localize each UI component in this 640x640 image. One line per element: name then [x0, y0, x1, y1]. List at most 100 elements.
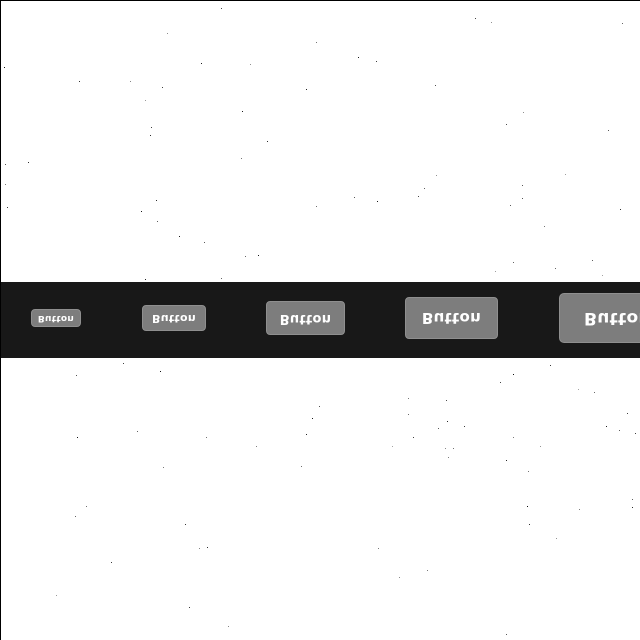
noise-dot	[506, 460, 507, 461]
noise-dot	[522, 198, 523, 199]
noise-dot	[75, 516, 76, 517]
noise-dot	[438, 428, 439, 429]
noise-dot	[579, 509, 580, 510]
noise-dot	[513, 437, 514, 438]
noise-dot	[5, 184, 6, 185]
noise-dot	[199, 548, 200, 549]
noise-dot	[413, 437, 414, 438]
button-medium[interactable]: Button	[266, 301, 345, 335]
noise-dot	[510, 205, 511, 206]
noise-dot	[565, 174, 566, 175]
noise-dot	[306, 89, 307, 90]
noise-dot	[77, 437, 78, 438]
button-large[interactable]: Button	[405, 297, 498, 339]
noise-dot	[221, 278, 222, 279]
noise-dot	[86, 506, 87, 507]
noise-dot	[527, 506, 528, 507]
noise-dot	[592, 260, 593, 261]
noise-dot	[179, 236, 180, 237]
noise-dot	[513, 262, 514, 263]
button-small[interactable]: Button	[142, 305, 206, 331]
noise-dot	[250, 64, 251, 65]
button-toolbar: Button Button Button Button Button	[0, 282, 640, 358]
noise-dot	[506, 634, 507, 635]
noise-dot	[358, 57, 359, 58]
noise-dot	[424, 188, 425, 189]
noise-dot	[435, 85, 436, 86]
noise-dot	[513, 374, 514, 375]
button-label: Button	[152, 311, 196, 325]
noise-dot	[632, 507, 633, 508]
noise-dot	[506, 124, 507, 125]
noise-dot	[544, 226, 545, 227]
button-extra-small[interactable]: Button	[31, 309, 81, 327]
noise-dot	[475, 18, 476, 19]
noise-dot	[5, 164, 6, 165]
noise-dot	[76, 375, 77, 376]
noise-dot	[528, 471, 529, 472]
noise-dot	[550, 365, 551, 366]
noise-dot	[207, 547, 208, 548]
noise-dot	[408, 398, 409, 399]
noise-dot	[555, 268, 556, 269]
noise-dot	[635, 433, 636, 434]
noise-dot	[540, 446, 541, 447]
noise-dot	[185, 524, 186, 525]
noise-dot	[500, 382, 501, 383]
noise-dot	[399, 577, 400, 578]
noise-dot	[267, 141, 268, 142]
noise-dot	[7, 207, 8, 208]
noise-dot	[221, 8, 222, 9]
noise-dot	[436, 175, 437, 176]
noise-dot	[162, 87, 163, 88]
noise-dot	[312, 418, 313, 419]
noise-dot	[523, 112, 524, 113]
noise-dot	[306, 434, 307, 435]
noise-dot	[529, 524, 530, 525]
noise-dot	[556, 538, 557, 539]
button-label: Button	[279, 310, 332, 326]
noise-dot	[56, 595, 57, 596]
noise-dot	[620, 209, 621, 210]
noise-dot	[464, 426, 465, 427]
noise-dot	[316, 42, 317, 43]
noise-dot	[111, 562, 112, 563]
noise-dot	[150, 135, 151, 136]
noise-dot	[495, 271, 496, 272]
noise-dot	[606, 426, 607, 427]
noise-dot	[378, 548, 379, 549]
noise-dot	[632, 499, 633, 500]
noise-dot	[141, 211, 142, 212]
noise-dot	[491, 22, 492, 23]
noise-dot	[258, 255, 259, 256]
noise-dot	[578, 389, 579, 390]
noise-dot	[151, 127, 152, 128]
noise-dot	[245, 256, 246, 257]
noise-dot	[376, 61, 377, 62]
button-extra-large[interactable]: Button	[559, 293, 640, 343]
noise-dot	[167, 33, 168, 34]
noise-dot	[354, 197, 355, 198]
noise-dot	[301, 466, 302, 467]
noise-dot	[447, 421, 448, 422]
noise-dot	[316, 206, 317, 207]
noise-dot	[427, 570, 428, 571]
noise-dot	[189, 607, 190, 608]
noise-dot	[157, 221, 158, 222]
noise-dot	[145, 100, 146, 101]
noise-dot	[445, 448, 446, 449]
noise-dot	[522, 185, 523, 186]
noise-dot	[619, 430, 620, 431]
button-label: Button	[421, 309, 482, 327]
noise-dot	[137, 431, 138, 432]
button-label: Button	[37, 313, 75, 323]
noise-dot	[319, 406, 320, 407]
noise-dot	[206, 437, 207, 438]
noise-dot	[256, 446, 257, 447]
noise-dot	[377, 201, 378, 202]
noise-dot	[4, 67, 5, 68]
noise-dot	[241, 158, 242, 159]
noise-dot	[163, 467, 164, 468]
noise-dot	[594, 392, 595, 393]
noise-dot	[130, 81, 131, 82]
